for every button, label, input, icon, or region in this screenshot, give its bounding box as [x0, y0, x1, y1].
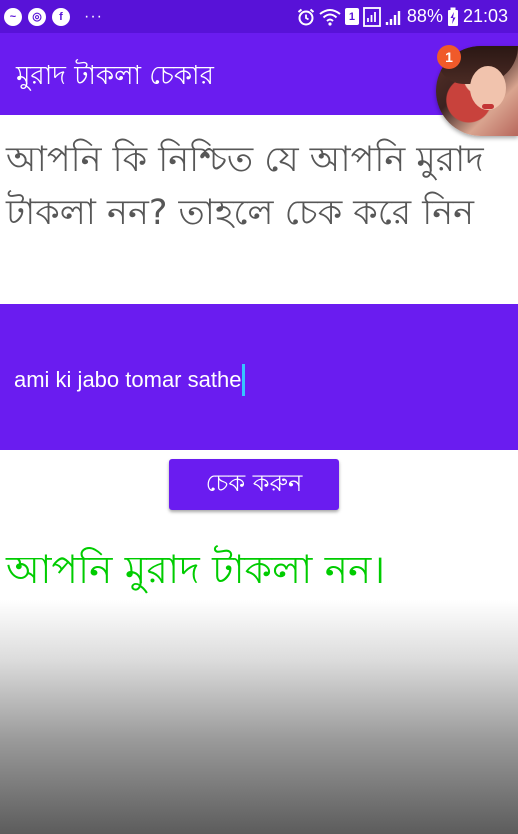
signal-icon [385, 10, 401, 25]
clock: 21:03 [462, 6, 508, 26]
messenger-icon: ~ [4, 7, 22, 26]
notification-badge: 1 [437, 45, 461, 69]
sim-1-icon: 1 [344, 8, 359, 25]
check-button[interactable]: চেক করুন [169, 459, 339, 510]
answer-input-value: ami ki jabo tomar sathe [14, 367, 242, 392]
status-bar: ~ ◎ f ··· 1 88% 21:03 [0, 0, 518, 33]
more-icon: ··· [84, 7, 103, 25]
answer-input[interactable]: ami ki jabo tomar sathe [14, 364, 246, 396]
sim-icon [363, 6, 381, 27]
app-title: মুরাদ টাকলা চেকার [16, 61, 214, 91]
question-text: আপনি কি নিশ্চিত যে আপনি মুরাদ টাকলা নন? … [6, 140, 484, 233]
battery-icon [447, 7, 458, 26]
wheel-icon: ◎ [28, 7, 46, 26]
facebook-icon: f [52, 7, 70, 26]
input-panel[interactable]: ami ki jabo tomar sathe [0, 304, 518, 450]
text-caret [242, 364, 246, 396]
result-text: আপনি মুরাদ টাকলা নন। [6, 548, 386, 593]
battery-percent: 88% [406, 6, 443, 26]
wifi-icon [319, 8, 341, 26]
avatar-mark [482, 104, 494, 109]
status-bar-right: 1 88% 21:03 [293, 6, 508, 27]
alarm-icon [297, 8, 315, 25]
status-bar-left: ~ ◎ f ··· [4, 7, 109, 26]
